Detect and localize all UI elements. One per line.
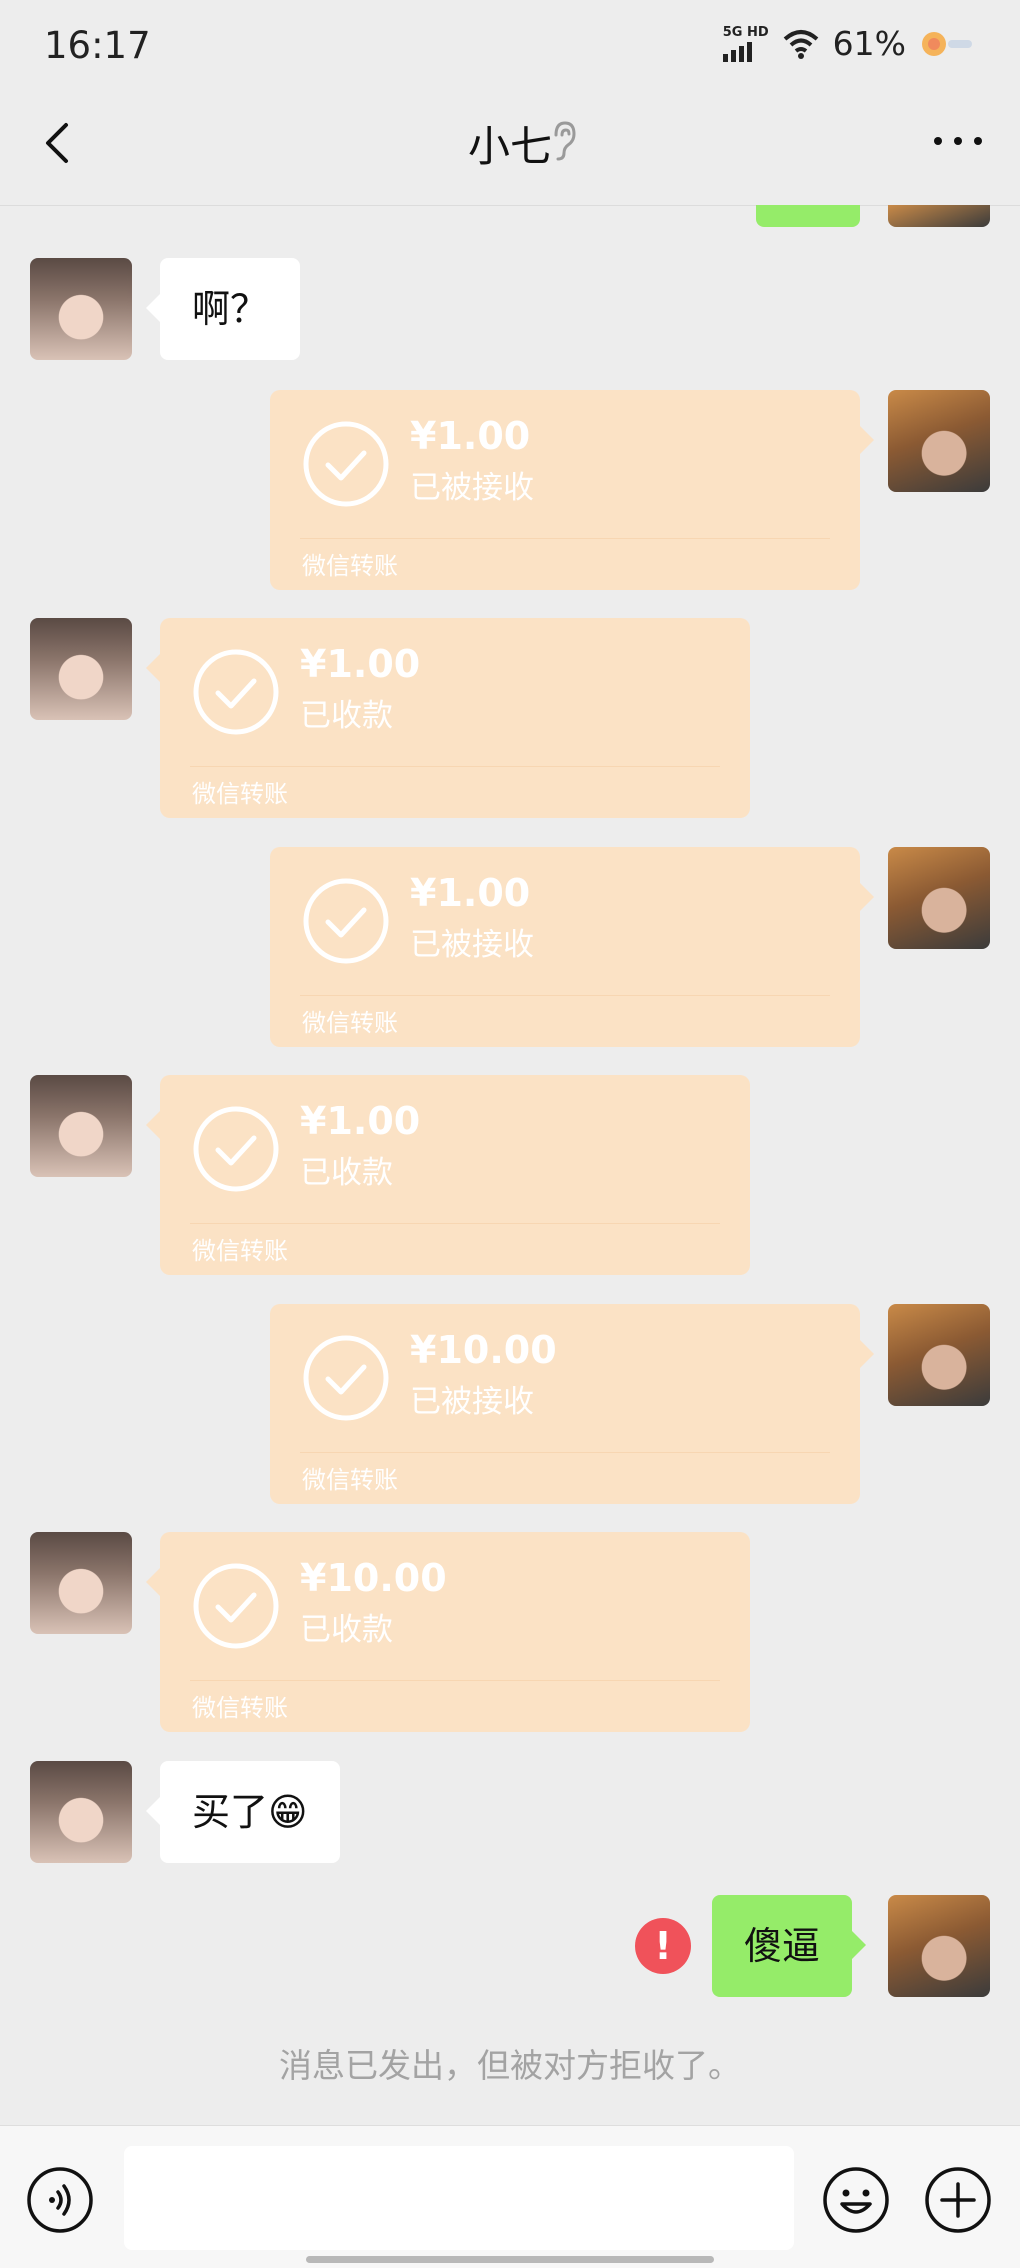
divider — [190, 1680, 720, 1681]
divider — [300, 995, 830, 996]
check-circle-icon — [193, 1563, 279, 1649]
transfer-label: 微信转账 — [302, 1009, 398, 1037]
avatar-contact[interactable] — [30, 1761, 132, 1863]
status-bar: 16:17 5G HD 61% — [0, 0, 1020, 95]
rejected-notice: 消息已发出，但被对方拒收了。 — [279, 2046, 741, 2085]
check-circle-icon — [193, 1106, 279, 1192]
sent-bubble-partial — [756, 205, 860, 227]
transfer-amount: ¥1.00 — [300, 1099, 421, 1143]
check-circle-icon — [303, 421, 389, 507]
avatar-contact[interactable] — [30, 1532, 132, 1634]
received-message[interactable]: 啊？ — [145, 258, 301, 360]
battery-icon — [922, 31, 972, 56]
error-icon[interactable]: ! — [635, 1918, 691, 1974]
transfer-status: 已收款 — [300, 698, 393, 734]
network-label: 5G HD — [722, 24, 769, 40]
message-input[interactable] — [124, 2146, 794, 2250]
transfer-card-received[interactable]: ¥1.00 已收款 微信转账 — [146, 618, 750, 818]
chat-title: 小七 — [467, 122, 552, 171]
avatar-contact[interactable] — [30, 258, 132, 360]
divider — [300, 538, 830, 539]
transfer-card-sent[interactable]: ¥1.00 已被接收 微信转账 — [270, 390, 874, 590]
transfer-amount: ¥1.00 — [300, 642, 421, 686]
divider — [190, 1223, 720, 1224]
sent-message[interactable]: 傻逼 — [712, 1895, 867, 1997]
avatar — [888, 205, 990, 227]
transfer-card-sent[interactable]: ¥1.00 已被接收 微信转账 — [270, 847, 874, 1047]
transfer-label: 微信转账 — [302, 552, 398, 580]
status-indicators: 5G HD 61% — [722, 24, 976, 63]
plus-icon[interactable] — [924, 2166, 992, 2234]
wifi-icon — [783, 29, 818, 59]
avatar-self[interactable] — [888, 847, 990, 949]
divider — [300, 1452, 830, 1453]
chat-header: 小七 — [0, 95, 1020, 206]
voice-icon[interactable] — [26, 2166, 94, 2234]
transfer-status: 已被接收 — [410, 1384, 534, 1420]
input-bar — [0, 2125, 1020, 2268]
transfer-label: 微信转账 — [192, 1694, 288, 1722]
transfer-status: 已被接收 — [410, 470, 534, 506]
check-circle-icon — [303, 1335, 389, 1421]
transfer-card-sent[interactable]: ¥10.00 已被接收 微信转账 — [270, 1304, 874, 1504]
transfer-label: 微信转账 — [302, 1466, 398, 1494]
transfer-card-received[interactable]: ¥10.00 已收款 微信转账 — [146, 1532, 750, 1732]
transfer-label: 微信转账 — [192, 1237, 288, 1265]
check-circle-icon — [303, 878, 389, 964]
message-list[interactable]: 啊？ ¥1.00 已被接收 微信转账 ¥1.00 已收款 微信转账 ¥1.00 … — [0, 205, 1020, 2125]
transfer-amount: ¥1.00 — [410, 871, 531, 915]
transfer-amount: ¥10.00 — [300, 1556, 447, 1600]
status-time: 16:17 — [44, 24, 151, 67]
received-message[interactable]: 买了😁 — [146, 1761, 340, 1863]
transfer-label: 微信转账 — [192, 780, 288, 808]
avatar-self[interactable] — [888, 390, 990, 492]
transfer-card-received[interactable]: ¥1.00 已收款 微信转账 — [146, 1075, 750, 1275]
divider — [190, 766, 720, 767]
transfer-amount: ¥1.00 — [410, 414, 531, 458]
ear-icon — [554, 121, 576, 161]
transfer-amount: ¥10.00 — [410, 1328, 557, 1372]
avatar-self[interactable] — [888, 1304, 990, 1406]
emoji-icon[interactable] — [822, 2166, 890, 2234]
transfer-status: 已收款 — [300, 1155, 393, 1191]
battery-percent: 61% — [832, 24, 906, 63]
more-icon[interactable] — [932, 131, 984, 151]
home-indicator[interactable] — [306, 2256, 714, 2263]
transfer-status: 已收款 — [300, 1612, 393, 1648]
check-circle-icon — [193, 649, 279, 735]
transfer-status: 已被接收 — [410, 927, 534, 963]
avatar-contact[interactable] — [30, 618, 132, 720]
signal-icon: 5G HD — [722, 24, 769, 62]
avatar-self[interactable] — [888, 1895, 990, 1997]
avatar-contact[interactable] — [30, 1075, 132, 1177]
